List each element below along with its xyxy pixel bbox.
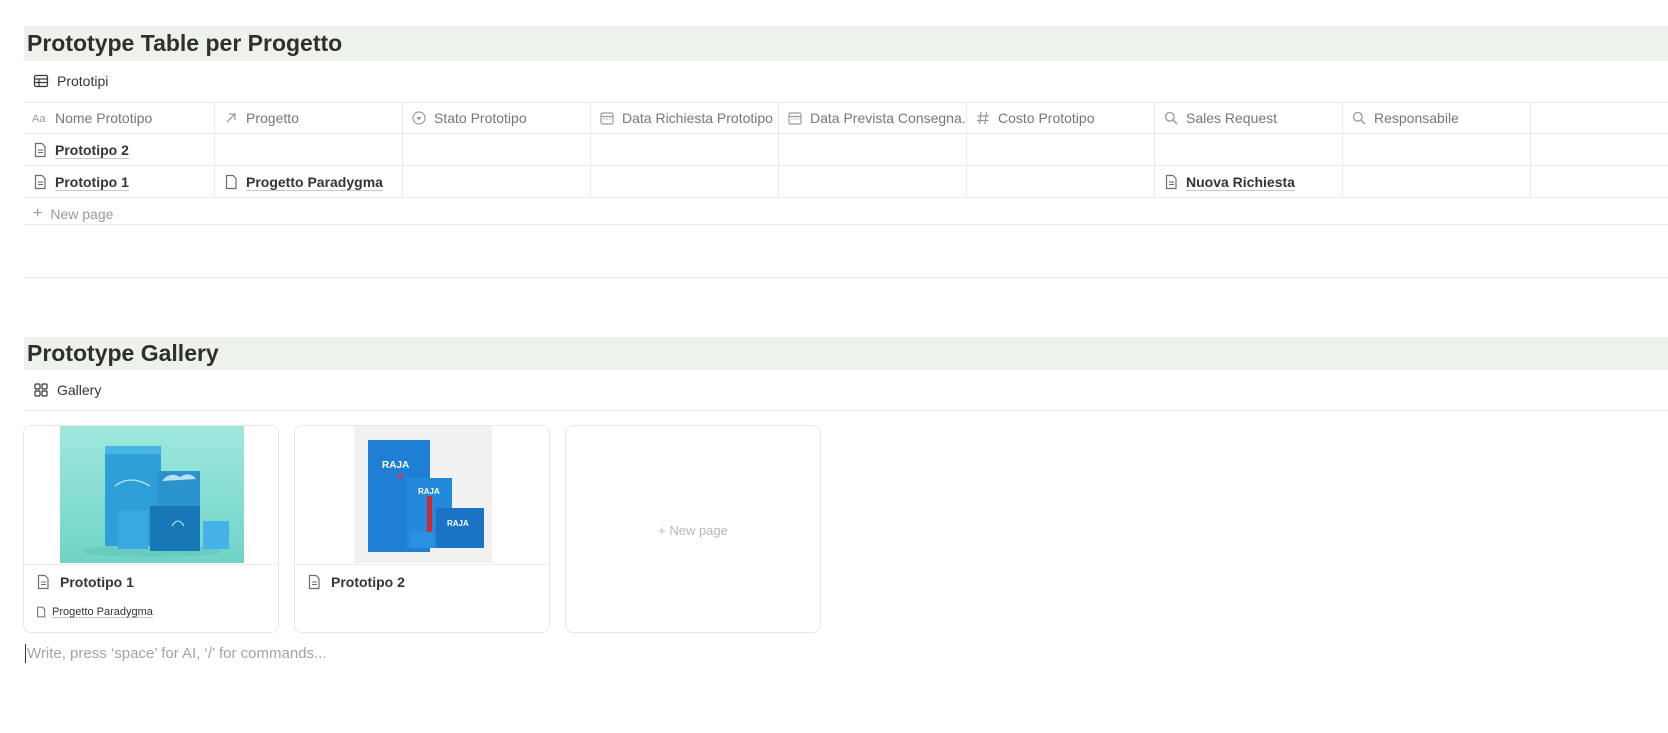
gallery-new-page-button[interactable]: + New page: [566, 523, 820, 538]
gallery-card-prototipo-1[interactable]: Prototipo 1 Progetto Paradygma: [23, 425, 279, 633]
gallery-new-page-card[interactable]: + New page: [565, 425, 821, 633]
page-icon: [1165, 174, 1177, 189]
table-row[interactable]: Prototipo 1 Progetto Paradygma Nuova Ric…: [24, 166, 1668, 198]
table-bottom-divider: [24, 224, 1668, 225]
view-tab-gallery[interactable]: Gallery: [33, 382, 101, 398]
column-header-responsabile[interactable]: Responsabile: [1343, 103, 1531, 133]
column-header-extra: [1531, 103, 1571, 133]
column-label: Stato Prototipo: [434, 110, 527, 126]
card-property-progetto[interactable]: Progetto Paradygma: [35, 606, 153, 618]
column-label: Progetto: [246, 110, 299, 126]
view-tab-label: Gallery: [57, 382, 102, 398]
prototype-table: Aa Nome Prototipo Progetto Stato Prototi…: [24, 102, 1668, 230]
card-title[interactable]: Prototipo 2: [306, 574, 405, 590]
column-label: Nome Prototipo: [55, 110, 153, 126]
card-property-link[interactable]: Progetto Paradygma: [52, 606, 153, 618]
plus-icon: +: [33, 205, 43, 222]
cell-extra: [1531, 134, 1571, 165]
card-cover: [24, 426, 278, 565]
column-header-progetto[interactable]: Progetto: [215, 103, 403, 133]
plus-icon: +: [658, 523, 666, 538]
cell-nome[interactable]: Prototipo 1: [24, 166, 215, 197]
page-icon: [225, 174, 237, 189]
column-header-costo-prototipo[interactable]: Costo Prototipo: [967, 103, 1155, 133]
calendar-icon: [788, 112, 802, 125]
calendar-icon: [600, 112, 614, 125]
view-tab-label: Prototipi: [57, 73, 109, 89]
status-icon: [412, 111, 426, 125]
page-icon: [34, 174, 46, 189]
number-hash-icon: [977, 111, 989, 125]
table-new-page-button[interactable]: + New page: [24, 198, 1668, 230]
column-header-data-prevista[interactable]: Data Prevista Consegna...: [779, 103, 967, 133]
svg-text:Aa: Aa: [32, 113, 46, 125]
column-header-sales-request[interactable]: Sales Request: [1155, 103, 1343, 133]
column-header-data-richiesta[interactable]: Data Richiesta Prototipo: [591, 103, 779, 133]
cell-data-prevista[interactable]: [779, 134, 967, 165]
page-icon: [308, 574, 320, 590]
row-title-link[interactable]: Prototipo 2: [55, 142, 129, 158]
table-view-icon: [33, 74, 49, 88]
card-title-text: Prototipo 1: [60, 574, 134, 590]
cell-responsabile[interactable]: [1343, 166, 1531, 197]
table-heading-text: Prototype Table per Progetto: [27, 30, 343, 56]
cell-progetto[interactable]: [215, 134, 403, 165]
column-label: Responsabile: [1374, 110, 1459, 126]
search-lookup-icon: [1352, 111, 1366, 125]
page-icon: [37, 606, 46, 618]
gallery-section-heading: Prototype Gallery: [24, 337, 1668, 370]
cell-sales-request[interactable]: Nuova Richiesta: [1155, 166, 1343, 197]
gallery-heading-text: Prototype Gallery: [27, 340, 219, 366]
card-cover: RAJA RAJA RAJA: [295, 426, 549, 565]
raja-logo-small: RAJA: [447, 519, 469, 528]
gallery-card-prototipo-2[interactable]: RAJA RAJA RAJA Prototipo 2: [294, 425, 550, 633]
table-section-heading: Prototype Table per Progetto: [24, 26, 1668, 61]
section-divider: [24, 277, 1668, 278]
cell-costo[interactable]: [967, 134, 1155, 165]
gallery-view-icon: [34, 383, 48, 397]
cell-extra: [1531, 166, 1571, 197]
teal-packaging-photo: [60, 426, 244, 563]
cell-responsabile[interactable]: [1343, 134, 1531, 165]
cell-progetto[interactable]: Progetto Paradygma: [215, 166, 403, 197]
editor-placeholder[interactable]: Write, press ‘space’ for AI, ‘/’ for com…: [25, 644, 327, 663]
column-header-nome-prototipo[interactable]: Aa Nome Prototipo: [24, 103, 215, 133]
row-title-link[interactable]: Prototipo 1: [55, 174, 129, 190]
column-label: Data Richiesta Prototipo: [622, 110, 773, 126]
column-label: Data Prevista Consegna...: [810, 110, 967, 126]
relation-link[interactable]: Progetto Paradygma: [246, 174, 383, 190]
new-page-label: New page: [669, 523, 728, 538]
cell-nome[interactable]: Prototipo 2: [24, 134, 215, 165]
page-icon: [34, 142, 46, 157]
cell-data-richiesta[interactable]: [591, 166, 779, 197]
column-label: Costo Prototipo: [998, 110, 1095, 126]
cell-sales-request[interactable]: [1155, 134, 1343, 165]
blue-raja-packaging-photo: RAJA RAJA RAJA: [354, 426, 492, 563]
gallery-view-divider: [24, 410, 1668, 411]
card-title-text: Prototipo 2: [331, 574, 405, 590]
table-row[interactable]: Prototipo 2: [24, 134, 1668, 166]
search-lookup-icon: [1164, 111, 1178, 125]
card-title[interactable]: Prototipo 1: [35, 574, 134, 590]
table-header-row: Aa Nome Prototipo Progetto Stato Prototi…: [24, 102, 1668, 134]
column-header-stato-prototipo[interactable]: Stato Prototipo: [403, 103, 591, 133]
cell-costo[interactable]: [967, 166, 1155, 197]
raja-logo-large: RAJA: [382, 460, 409, 471]
cell-data-richiesta[interactable]: [591, 134, 779, 165]
page-icon: [37, 574, 49, 590]
cell-data-prevista[interactable]: [779, 166, 967, 197]
text-aa-icon: Aa: [32, 113, 46, 125]
view-tab-prototipi[interactable]: Prototipi: [33, 73, 108, 89]
cell-stato[interactable]: [403, 134, 591, 165]
cell-stato[interactable]: [403, 166, 591, 197]
relation-arrow-icon: [226, 113, 236, 123]
new-page-label: New page: [50, 206, 114, 222]
column-label: Sales Request: [1186, 110, 1278, 126]
raja-logo-medium: RAJA: [418, 487, 440, 496]
relation-link[interactable]: Nuova Richiesta: [1186, 174, 1295, 190]
